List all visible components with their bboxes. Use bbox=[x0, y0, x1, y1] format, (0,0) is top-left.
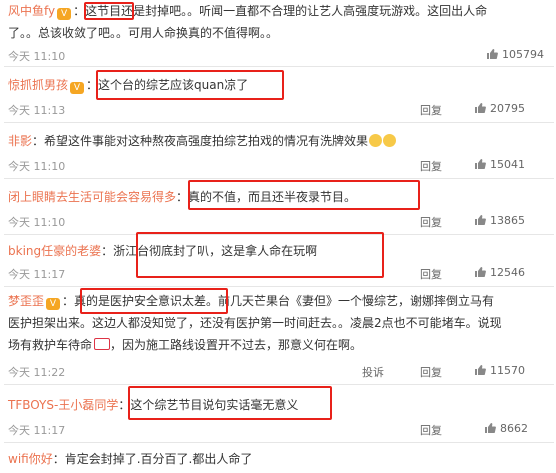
vip-badge-icon: V bbox=[46, 298, 61, 310]
comment-time: 今天 11:10 bbox=[8, 50, 66, 63]
comment-text: ：这节目还是封掉吧。。听闻一直都不合理的让艺人高强度玩游戏。这回出人命 bbox=[73, 4, 488, 18]
comment-time: 今天 11:10 bbox=[8, 160, 66, 173]
like-button[interactable]: 13865 bbox=[474, 214, 525, 227]
comment-item: wifi你好：肯定会封掉了.百分百了.都出人命了 bbox=[0, 448, 556, 472]
vip-badge-icon: V bbox=[70, 82, 85, 94]
comment-item: 非影：希望这件事能对这种熬夜高强度拍综艺拍戏的情况有洗牌效果 今天 11:10 … bbox=[0, 130, 556, 176]
comment-username[interactable]: 闭上眼睛去生活可能会容易得多 bbox=[8, 190, 176, 204]
comment-item: 梦歪歪 V ：真的是医护安全意识太差。前几天芒果台《妻但》一个慢综艺，谢娜摔倒立马有… bbox=[0, 288, 556, 382]
comment-username[interactable]: 风中鱼fy bbox=[8, 4, 55, 18]
highlight-box bbox=[136, 232, 384, 278]
like-button[interactable]: 8662 bbox=[484, 422, 528, 435]
thumbs-up-icon bbox=[485, 423, 496, 433]
comment-username[interactable]: 惊抓抓男孩 bbox=[8, 78, 68, 92]
highlight-box bbox=[96, 70, 284, 100]
comment-text-line: 非影：希望这件事能对这种熬夜高强度拍综艺拍戏的情况有洗牌效果 bbox=[8, 130, 397, 152]
thumbs-up-icon bbox=[487, 49, 498, 59]
emoji-icon bbox=[369, 134, 383, 147]
comment-time: 今天 11:10 bbox=[8, 216, 66, 229]
like-button[interactable]: 15041 bbox=[474, 158, 525, 171]
vip-badge-icon: V bbox=[57, 8, 72, 20]
comment-actions: 回复 12546 bbox=[420, 266, 556, 282]
thumbs-up-icon bbox=[475, 365, 486, 375]
comment-text-line: 场有救护车待命 ，因为施工路线设置开不过去，那意义何在啊。 bbox=[8, 334, 362, 356]
comment-item: 风中鱼fy V ：这节目还是封掉吧。。听闻一直都不合理的让艺人高强度玩游戏。这回出人… bbox=[0, 0, 556, 64]
reply-button[interactable]: 回复 bbox=[420, 158, 442, 174]
comment-username[interactable]: 非影 bbox=[8, 134, 32, 148]
comment-text-line: 医护担架出来。这边人都没知觉了，还没有医护第一时间赶去。。凌晨2点也不可能堵车。… bbox=[8, 312, 502, 334]
like-count: 13865 bbox=[490, 214, 525, 227]
comment-text-line: 了。。总该收敛了吧。。可用人命换真的不值得啊。。 bbox=[8, 22, 278, 44]
like-count: 12546 bbox=[490, 266, 525, 279]
divider bbox=[4, 384, 554, 385]
like-count: 105794 bbox=[502, 48, 544, 61]
divider bbox=[4, 66, 554, 67]
comment-time: 今天 11:17 bbox=[8, 424, 66, 437]
comment-username[interactable]: bking任豪的老婆 bbox=[8, 244, 101, 258]
comment-actions: 回复 20795 bbox=[420, 102, 556, 118]
comment-time: 今天 11:22 bbox=[8, 366, 66, 379]
like-count: 11570 bbox=[490, 364, 525, 377]
comment-username[interactable]: wifi你好 bbox=[8, 452, 53, 466]
divider bbox=[4, 122, 554, 123]
highlight-box bbox=[80, 288, 228, 314]
ambulance-icon bbox=[94, 338, 111, 350]
divider bbox=[4, 286, 554, 287]
comment-actions: 回复 15041 bbox=[420, 158, 556, 174]
comment-text: ：肯定会封掉了.百分百了.都出人命了 bbox=[52, 452, 253, 466]
like-count: 20795 bbox=[490, 102, 525, 115]
comment-item: bking任豪的老婆：浙江台彻底封了叭，这是拿人命在玩啊 今天 11:17 回复… bbox=[0, 232, 556, 284]
comment-text: 场有救护车待命 bbox=[8, 338, 93, 352]
like-count: 8662 bbox=[500, 422, 528, 435]
comment-text: ：希望这件事能对这种熬夜高强度拍综艺拍戏的情况有洗牌效果 bbox=[32, 134, 369, 148]
reply-button[interactable]: 回复 bbox=[420, 214, 442, 230]
like-button[interactable]: 11570 bbox=[474, 364, 525, 377]
comment-actions: 回复 8662 bbox=[420, 422, 556, 438]
highlight-box bbox=[128, 386, 332, 420]
emoji-icon bbox=[383, 134, 397, 147]
reply-button[interactable]: 回复 bbox=[420, 422, 442, 438]
reply-button[interactable]: 回复 bbox=[420, 102, 442, 118]
comment-username[interactable]: 梦歪歪 bbox=[8, 294, 44, 308]
divider bbox=[4, 178, 554, 179]
comment-time: 今天 11:17 bbox=[8, 268, 66, 281]
comment-item: TFBOYS-王小磊同学：这个综艺节目说句实话毫无意义 今天 11:17 回复 … bbox=[0, 386, 556, 440]
divider bbox=[4, 442, 554, 443]
thumbs-up-icon bbox=[475, 215, 486, 225]
comment-text: 医护担架出来。这边人都没知觉了，还没有医护第一时间赶去。。凌晨2点也不可能堵车。… bbox=[8, 316, 502, 330]
comment-time: 今天 11:13 bbox=[8, 104, 66, 117]
comment-item: 惊抓抓男孩 V ：这个台的综艺应该quan凉了 今天 11:13 回复 20795 bbox=[0, 70, 556, 120]
highlight-box bbox=[84, 2, 134, 20]
comment-actions: 105794 bbox=[426, 48, 556, 64]
highlight-box bbox=[188, 180, 420, 210]
comment-username[interactable]: TFBOYS-王小磊同学 bbox=[8, 398, 118, 412]
like-button[interactable]: 20795 bbox=[474, 102, 525, 115]
like-button[interactable]: 105794 bbox=[486, 48, 544, 61]
comment-item: 闭上眼睛去生活可能会容易得多：真的不值，而且还半夜录节目。 今天 11:10 回… bbox=[0, 180, 556, 232]
thumbs-up-icon bbox=[475, 103, 486, 113]
like-button[interactable]: 12546 bbox=[474, 266, 525, 279]
comment-text-line: 风中鱼fy V ：这节目还是封掉吧。。听闻一直都不合理的让艺人高强度玩游戏。这回出人… bbox=[8, 0, 487, 22]
comment-text-line: wifi你好：肯定会封掉了.百分百了.都出人命了 bbox=[8, 448, 252, 470]
reply-button[interactable]: 回复 bbox=[420, 266, 442, 282]
comment-actions: 回复 13865 bbox=[420, 214, 556, 230]
comment-actions: 投诉 回复 11570 bbox=[306, 364, 556, 380]
report-button[interactable]: 投诉 bbox=[362, 364, 384, 380]
thumbs-up-icon bbox=[475, 159, 486, 169]
comment-text: ，因为施工路线设置开不过去，那意义何在啊。 bbox=[110, 338, 363, 352]
comment-text: 了。。总该收敛了吧。。可用人命换真的不值得啊。。 bbox=[8, 26, 279, 40]
reply-button[interactable]: 回复 bbox=[420, 364, 442, 380]
like-count: 15041 bbox=[490, 158, 525, 171]
thumbs-up-icon bbox=[475, 267, 486, 277]
